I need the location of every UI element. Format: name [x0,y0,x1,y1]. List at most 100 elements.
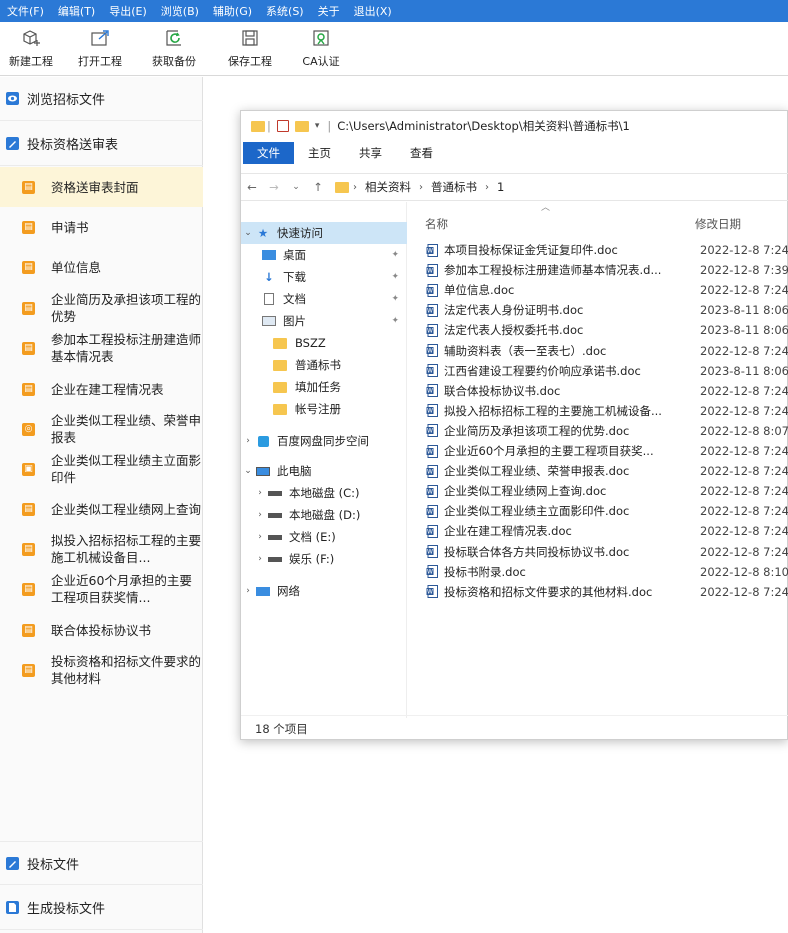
sidebar-qualification[interactable]: 投标资格送审表 [0,122,203,166]
breadcrumb-item[interactable]: 普通标书 [431,179,477,195]
file-row[interactable]: W 企业类似工程业绩、荣誉申报表.doc 2022-12-8 7:24 [407,461,788,481]
expand-icon[interactable]: › [253,554,267,564]
nav-desktop[interactable]: 桌面 ✦ [241,244,407,266]
forward-arrow-icon[interactable]: → [263,180,285,194]
save-project-label: 保存工程 [228,55,272,68]
file-row[interactable]: W 投标联合体各方共同投标协议书.doc 2022-12-8 7:24 [407,542,788,562]
customize-quick-access-icon[interactable]: ▾ [315,121,320,131]
sidebar-item-honors[interactable]: ◎ 企业类似工程业绩、荣誉申报表 [0,410,203,448]
file-row[interactable]: W 单位信息.doc 2022-12-8 7:24 [407,280,788,300]
file-row[interactable]: W 投标书附录.doc 2022-12-8 8:10 [407,562,788,582]
sidebar-item-facade[interactable]: ▣ 企业类似工程业绩主立面影印件 [0,450,203,488]
nav-this-pc[interactable]: ⌄ 此电脑 [241,460,407,482]
menu-file[interactable]: 文件(F) [0,3,51,19]
menu-assist[interactable]: 辅助(G) [206,3,259,19]
get-backup-button[interactable]: 获取备份 [138,22,210,76]
breadcrumb-item[interactable]: 相关资料 [365,179,411,195]
nav-documents[interactable]: 文档 ✦ [241,288,407,310]
window-title: C:\Users\Administrator\Desktop\相关资料\普通标书… [337,119,630,133]
sidebar-item-equipment[interactable]: ▤ 拟投入招标招标工程的主要施工机械设备目... [0,530,203,568]
ribbon-tab-share[interactable]: 共享 [345,142,396,164]
expand-icon[interactable]: › [253,488,267,498]
expand-icon[interactable]: › [253,510,267,520]
file-row[interactable]: W 法定代表人身份证明书.doc 2023-8-11 8:06 [407,300,788,320]
file-row[interactable]: W 投标资格和招标文件要求的其他材料.doc 2022-12-8 7:24 [407,582,788,602]
file-row[interactable]: W 企业类似工程业绩网上查询.doc 2022-12-8 7:24 [407,481,788,501]
expand-icon[interactable]: ⌄ [241,466,255,476]
nav-folder-bszz[interactable]: BSZZ [241,332,407,354]
file-row[interactable]: W 企业近60个月承担的主要工程项目获奖... 2022-12-8 7:24 [407,441,788,461]
menu-about[interactable]: 关于 [311,3,347,19]
nav-drive-d[interactable]: › 本地磁盘 (D:) [241,504,407,526]
documents-icon [261,292,277,306]
expand-icon[interactable]: › [241,436,255,446]
file-row[interactable]: W 企业简历及承担该项工程的优势.doc 2022-12-8 8:07 [407,421,788,441]
file-row[interactable]: W 企业在建工程情况表.doc 2022-12-8 7:24 [407,521,788,541]
menu-browse[interactable]: 浏览(B) [154,3,206,19]
menu-exit[interactable]: 退出(X) [347,3,399,19]
new-project-button[interactable]: 新建工程 [0,22,62,76]
column-date[interactable]: 修改日期 [695,216,741,232]
sidebar-item-consortium[interactable]: ▤ 联合体投标协议书 [0,610,203,650]
nav-quick-access[interactable]: ⌄ ★ 快速访问 [241,222,407,244]
recent-locations-icon[interactable]: ⌄ [285,182,307,192]
nav-folder-add-task[interactable]: 填加任务 [241,376,407,398]
desktop-icon [261,248,277,262]
properties-icon[interactable] [276,120,289,132]
nav-drive-f[interactable]: › 娱乐 (F:) [241,548,407,570]
folder-icon [273,337,287,349]
nav-pictures[interactable]: 图片 ✦ [241,310,407,332]
file-row[interactable]: W 拟投入招标招标工程的主要施工机械设备... 2022-12-8 7:24 [407,401,788,421]
ribbon-tab-view[interactable]: 查看 [396,142,447,164]
up-arrow-icon[interactable]: ↑ [307,180,329,194]
star-icon: ★ [257,226,269,240]
drive-icon [267,530,283,544]
nav-baidu-sync[interactable]: › 百度网盘同步空间 [241,430,407,452]
expand-icon[interactable]: › [241,586,255,596]
file-row[interactable]: W 法定代表人授权委托书.doc 2023-8-11 8:06 [407,320,788,340]
sidebar-item-constructor[interactable]: ▤ 参加本工程投标注册建造师基本情况表 [0,329,203,367]
nav-downloads[interactable]: ↓ 下载 ✦ [241,266,407,288]
status-item-count: 18 个项目 [255,722,308,736]
nav-network[interactable]: › 网络 [241,580,407,602]
breadcrumb-item[interactable]: 1 [497,180,504,194]
file-row[interactable]: W 本项目投标保证金凭证复印件.doc 2022-12-8 7:24 [407,240,788,260]
sidebar-item-company-info[interactable]: ▤ 单位信息 [0,247,203,287]
explorer-ribbon: 文件 主页 共享 查看 [241,142,788,164]
sidebar-item-label: 企业简历及承担该项工程的优势 [51,292,202,324]
sidebar-item-profile[interactable]: ▤ 企业简历及承担该项工程的优势 [0,289,203,327]
menu-edit[interactable]: 编辑(T) [51,3,102,19]
save-project-button[interactable]: 保存工程 [210,22,290,76]
column-name[interactable]: 名称 [425,216,448,232]
nav-folder-standard-bid[interactable]: 普通标书 [241,354,407,376]
sidebar-item-awards[interactable]: ▤ 企业近60个月承担的主要工程项目获奖情... [0,570,203,608]
file-row[interactable]: W 企业类似工程业绩主立面影印件.doc 2022-12-8 7:24 [407,501,788,521]
ribbon-tab-file[interactable]: 文件 [243,142,294,164]
address-bar[interactable]: ← → ⌄ ↑ › 相关资料 › 普通标书 › 1 [241,173,788,201]
file-row[interactable]: W 辅助资料表（表一至表七）.doc 2022-12-8 7:24 [407,341,788,361]
back-arrow-icon[interactable]: ← [241,180,263,194]
file-row[interactable]: W 参加本工程投标注册建造师基本情况表.d... 2022-12-8 7:39 [407,260,788,280]
open-project-button[interactable]: 打开工程 [62,22,138,76]
sidebar-bid-file[interactable]: 投标文件 [0,841,203,885]
sidebar-item-cover[interactable]: ▤ 资格送审表封面 [0,167,203,207]
file-row[interactable]: W 联合体投标协议书.doc 2022-12-8 7:24 [407,381,788,401]
sidebar-item-other-materials[interactable]: ▤ 投标资格和招标文件要求的其他材料 [0,651,203,689]
nav-folder-account[interactable]: 帐号注册 [241,398,407,420]
menu-system[interactable]: 系统(S) [259,3,311,19]
nav-drive-c[interactable]: › 本地磁盘 (C:) [241,482,407,504]
menu-export[interactable]: 导出(E) [102,3,154,19]
nav-drive-e[interactable]: › 文档 (E:) [241,526,407,548]
file-row[interactable]: W 江西省建设工程要约价响应承诺书.doc 2023-8-11 8:06 [407,361,788,381]
sidebar-browse-tender[interactable]: 浏览招标文件 [0,77,203,121]
lock-icon: ▣ [22,462,35,476]
ribbon-tab-home[interactable]: 主页 [294,142,345,164]
sidebar-item-application[interactable]: ▤ 申请书 [0,207,203,247]
new-folder-icon[interactable] [294,120,309,132]
expand-icon[interactable]: ⌄ [241,228,255,238]
sidebar-item-online-query[interactable]: ▤ 企业类似工程业绩网上查询 [0,490,203,528]
sidebar-item-ongoing[interactable]: ▤ 企业在建工程情况表 [0,369,203,409]
ca-auth-button[interactable]: CA认证 [290,22,352,76]
expand-icon[interactable]: › [253,532,267,542]
sidebar-generate-bid[interactable]: 生成投标文件 [0,886,203,930]
